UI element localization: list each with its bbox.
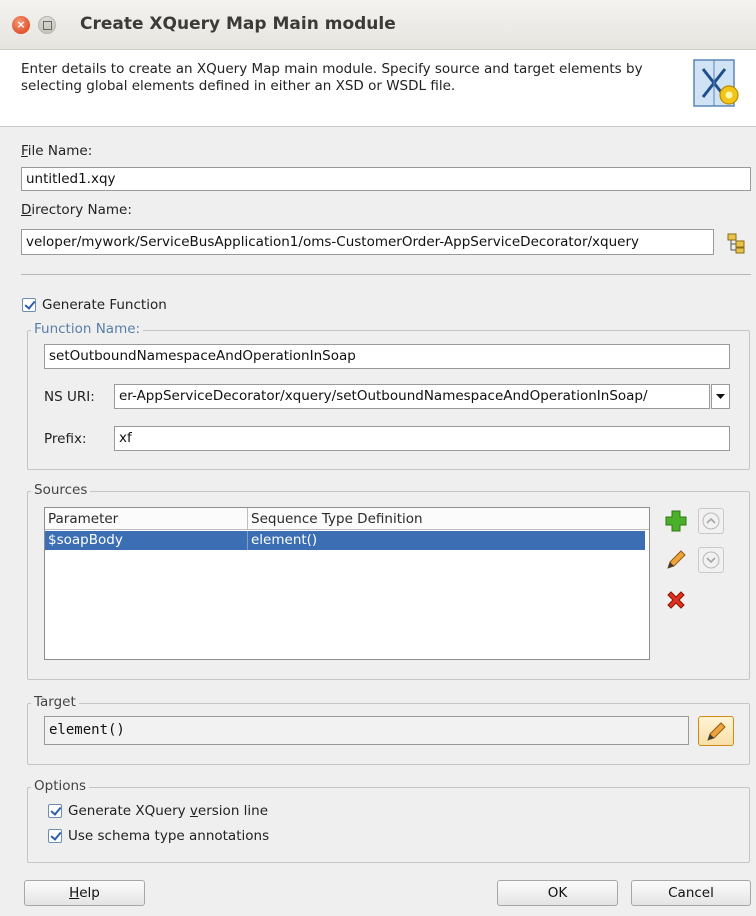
cell-sequence-type: element() [251,532,318,548]
prefix-label: Prefix: [44,431,87,447]
options-group-title: Options [31,778,90,794]
add-icon[interactable] [663,508,689,534]
move-down-icon[interactable] [698,547,724,573]
ok-button[interactable]: OK [497,880,618,906]
maximize-window-button[interactable] [38,16,56,34]
directory-name-label: Directory Name: [21,202,132,218]
generate-function-checkbox[interactable] [22,298,36,312]
directory-name-input[interactable]: veloper/mywork/ServiceBusApplication1/om… [21,229,714,255]
chevron-down-icon [716,394,725,399]
delete-icon[interactable] [663,587,689,613]
target-group-title: Target [31,694,79,710]
sources-group-title: Sources [31,482,91,498]
generate-function-label: Generate Function [42,297,167,313]
ns-uri-dropdown-button[interactable] [711,384,730,409]
generate-version-line-checkbox[interactable] [48,804,62,818]
move-up-icon[interactable] [698,508,724,534]
target-input: element() [44,716,689,745]
divider [21,274,751,275]
edit-icon[interactable] [663,547,689,573]
sources-table[interactable]: Parameter Sequence Type Definition $soap… [44,507,650,660]
schema-type-annotations-label: Use schema type annotations [68,828,270,844]
ns-uri-input[interactable]: er-AppServiceDecorator/xquery/setOutboun… [114,384,710,409]
function-name-input[interactable]: setOutboundNamespaceAndOperationInSoap [44,344,730,369]
file-name-label: File Name: [21,143,93,159]
function-name-group-title: Function Name: [31,321,144,337]
cancel-button[interactable]: Cancel [631,880,751,906]
prefix-input[interactable]: xf [114,426,730,451]
edit-icon [707,722,726,741]
table-row[interactable]: $soapBody element() [45,531,645,550]
close-window-button[interactable]: × [12,16,30,34]
schema-type-annotations-checkbox[interactable] [48,829,62,843]
xquery-map-wizard-icon [693,57,741,109]
cell-parameter: $soapBody [45,531,248,550]
browse-folder-icon[interactable] [725,231,749,255]
ns-uri-label: NS URI: [44,389,95,405]
generate-version-line-label: Generate XQuery version line [68,803,269,819]
edit-target-button[interactable] [698,716,734,746]
options-group [27,787,750,863]
column-header-parameter[interactable]: Parameter [45,508,248,530]
file-name-input[interactable]: untitled1.xqy [21,167,751,191]
window-title: Create XQuery Map Main module [80,14,396,34]
help-button[interactable]: Help [24,880,145,906]
header-description: Enter details to create an XQuery Map ma… [21,61,643,94]
column-header-sequence-type[interactable]: Sequence Type Definition [248,508,649,530]
